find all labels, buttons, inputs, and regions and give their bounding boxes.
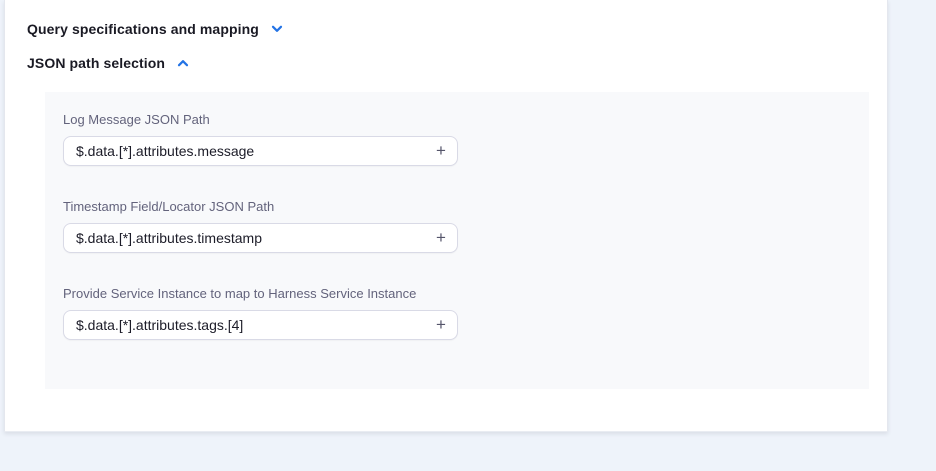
section-title-json-path-selection: JSON path selection <box>27 55 165 71</box>
timestamp-json-path-input-group: + <box>63 223 458 253</box>
service-instance-json-path-input[interactable] <box>64 311 425 339</box>
log-message-json-path-input-group: + <box>63 136 458 166</box>
section-title-query-specifications: Query specifications and mapping <box>27 21 259 37</box>
field-label: Log Message JSON Path <box>63 112 869 128</box>
section-header-query-specifications[interactable]: Query specifications and mapping <box>27 21 285 37</box>
field-timestamp-json-path: Timestamp Field/Locator JSON Path + <box>63 199 869 253</box>
timestamp-json-path-input[interactable] <box>64 224 425 252</box>
service-instance-json-path-input-group: + <box>63 310 458 340</box>
add-json-path-button[interactable]: + <box>425 224 457 252</box>
field-label: Provide Service Instance to map to Harne… <box>63 286 869 302</box>
field-service-instance-json-path: Provide Service Instance to map to Harne… <box>63 286 869 340</box>
section-header-json-path-selection[interactable]: JSON path selection <box>27 55 191 71</box>
add-json-path-button[interactable]: + <box>425 311 457 339</box>
configuration-card: Query specifications and mapping JSON pa… <box>4 0 888 432</box>
field-log-message-json-path: Log Message JSON Path + <box>63 112 869 166</box>
log-message-json-path-input[interactable] <box>64 137 425 165</box>
chevron-up-icon[interactable] <box>175 55 191 71</box>
add-json-path-button[interactable]: + <box>425 137 457 165</box>
page: Query specifications and mapping JSON pa… <box>0 0 936 471</box>
chevron-down-icon[interactable] <box>269 21 285 37</box>
json-path-selection-panel: Log Message JSON Path + Timestamp Field/… <box>45 92 869 389</box>
field-label: Timestamp Field/Locator JSON Path <box>63 199 869 215</box>
